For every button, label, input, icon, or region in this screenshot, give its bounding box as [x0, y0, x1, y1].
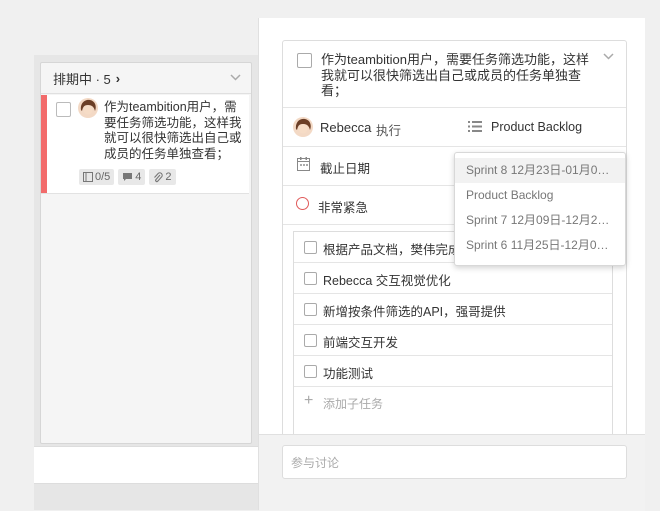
paperclip-icon [154, 171, 164, 182]
attachments-count: 2 [165, 171, 172, 183]
stage-column: 排期中 · 5 › 作为teambition用户，需要任务筛选功能，这样我就可以… [40, 62, 252, 444]
subtask-checkbox[interactable] [304, 272, 317, 285]
subtasks-badge: 0/5 [79, 169, 115, 185]
task-title[interactable]: 作为teambition用户，需要任务筛选功能，这样我就可以很快筛选出自己或成员… [321, 52, 591, 99]
subtask-item[interactable]: Rebecca 交互视觉优化 [294, 263, 612, 294]
stage-dropdown: Sprint 8 12月23日-01月05日 Product Backlog S… [454, 152, 626, 266]
executor-name[interactable]: Rebecca [320, 120, 371, 135]
subtask-text: 新增按条件筛选的API，强哥提供 [323, 305, 506, 319]
subtask-checkbox[interactable] [304, 303, 317, 316]
chevron-down-icon[interactable] [230, 72, 241, 84]
add-subtask-button[interactable]: + 添加子任务 [294, 387, 612, 417]
calendar-icon [297, 157, 310, 171]
subtask-checkbox[interactable] [304, 365, 317, 378]
executor-label: 执行 [376, 124, 402, 138]
board-footer [34, 446, 258, 484]
list-icon [468, 121, 482, 132]
comments-count: 4 [135, 171, 142, 183]
subtask-text: 功能测试 [323, 367, 374, 381]
add-subtask-label: 添加子任务 [323, 397, 384, 411]
subtask-checkbox[interactable] [304, 334, 317, 347]
card-badges: 0/5 4 2 [79, 169, 176, 185]
chevron-down-icon[interactable] [603, 51, 614, 63]
attachments-badge: 2 [149, 169, 176, 185]
task-done-checkbox[interactable] [297, 53, 312, 68]
subtask-text: 根据产品文档，樊伟完成 [323, 243, 461, 257]
discussion-placeholder: 参与讨论 [291, 456, 340, 470]
subtask-item[interactable]: 前端交互开发 [294, 325, 612, 356]
task-checkbox[interactable] [56, 102, 71, 117]
priority-label: 非常紧急 [318, 201, 369, 215]
dropdown-option[interactable]: Sprint 8 12月23日-01月05日 [455, 158, 625, 183]
subtasks-count: 0/5 [95, 171, 111, 183]
task-title-row: 作为teambition用户，需要任务筛选功能，这样我就可以很快筛选出自己或成员… [283, 41, 626, 108]
due-date-label: 截止日期 [320, 162, 371, 176]
subtask-item[interactable]: 新增按条件筛选的API，强哥提供 [294, 294, 612, 325]
priority-circle-icon [296, 197, 309, 210]
subtask-text: 前端交互开发 [323, 336, 399, 350]
column-header[interactable]: 排期中 · 5 › [41, 63, 251, 94]
subtask-item[interactable]: 功能测试 [294, 356, 612, 387]
priority-stripe [41, 95, 47, 193]
plus-icon: + [304, 392, 314, 409]
comment-icon [123, 173, 133, 181]
dropdown-option[interactable]: Sprint 7 12月09日-12月22日 [455, 208, 625, 233]
comments-badge: 4 [118, 169, 146, 185]
checklist-icon [83, 172, 93, 182]
avatar[interactable] [293, 117, 313, 137]
subtask-text: Rebecca 交互视觉优化 [323, 274, 451, 288]
stage-selector[interactable]: Product Backlog [491, 120, 582, 134]
executor-row: Rebecca 执行 Product Backlog [283, 108, 626, 147]
avatar [78, 98, 98, 118]
column-title: 排期中 · 5 [53, 71, 111, 87]
subtask-checkbox[interactable] [304, 241, 317, 254]
dropdown-option[interactable]: Sprint 6 11月25日-12月08日 [455, 233, 625, 258]
task-card[interactable]: 作为teambition用户，需要任务筛选功能，这样我就可以很快筛选出自己或成员… [41, 95, 249, 194]
chevron-right-icon: › [115, 70, 121, 86]
discussion-input[interactable]: 参与讨论 [282, 445, 627, 479]
dropdown-option[interactable]: Product Backlog [455, 183, 625, 208]
card-title: 作为teambition用户，需要任务筛选功能，这样我就可以很快筛选出自己或成员… [104, 100, 242, 161]
